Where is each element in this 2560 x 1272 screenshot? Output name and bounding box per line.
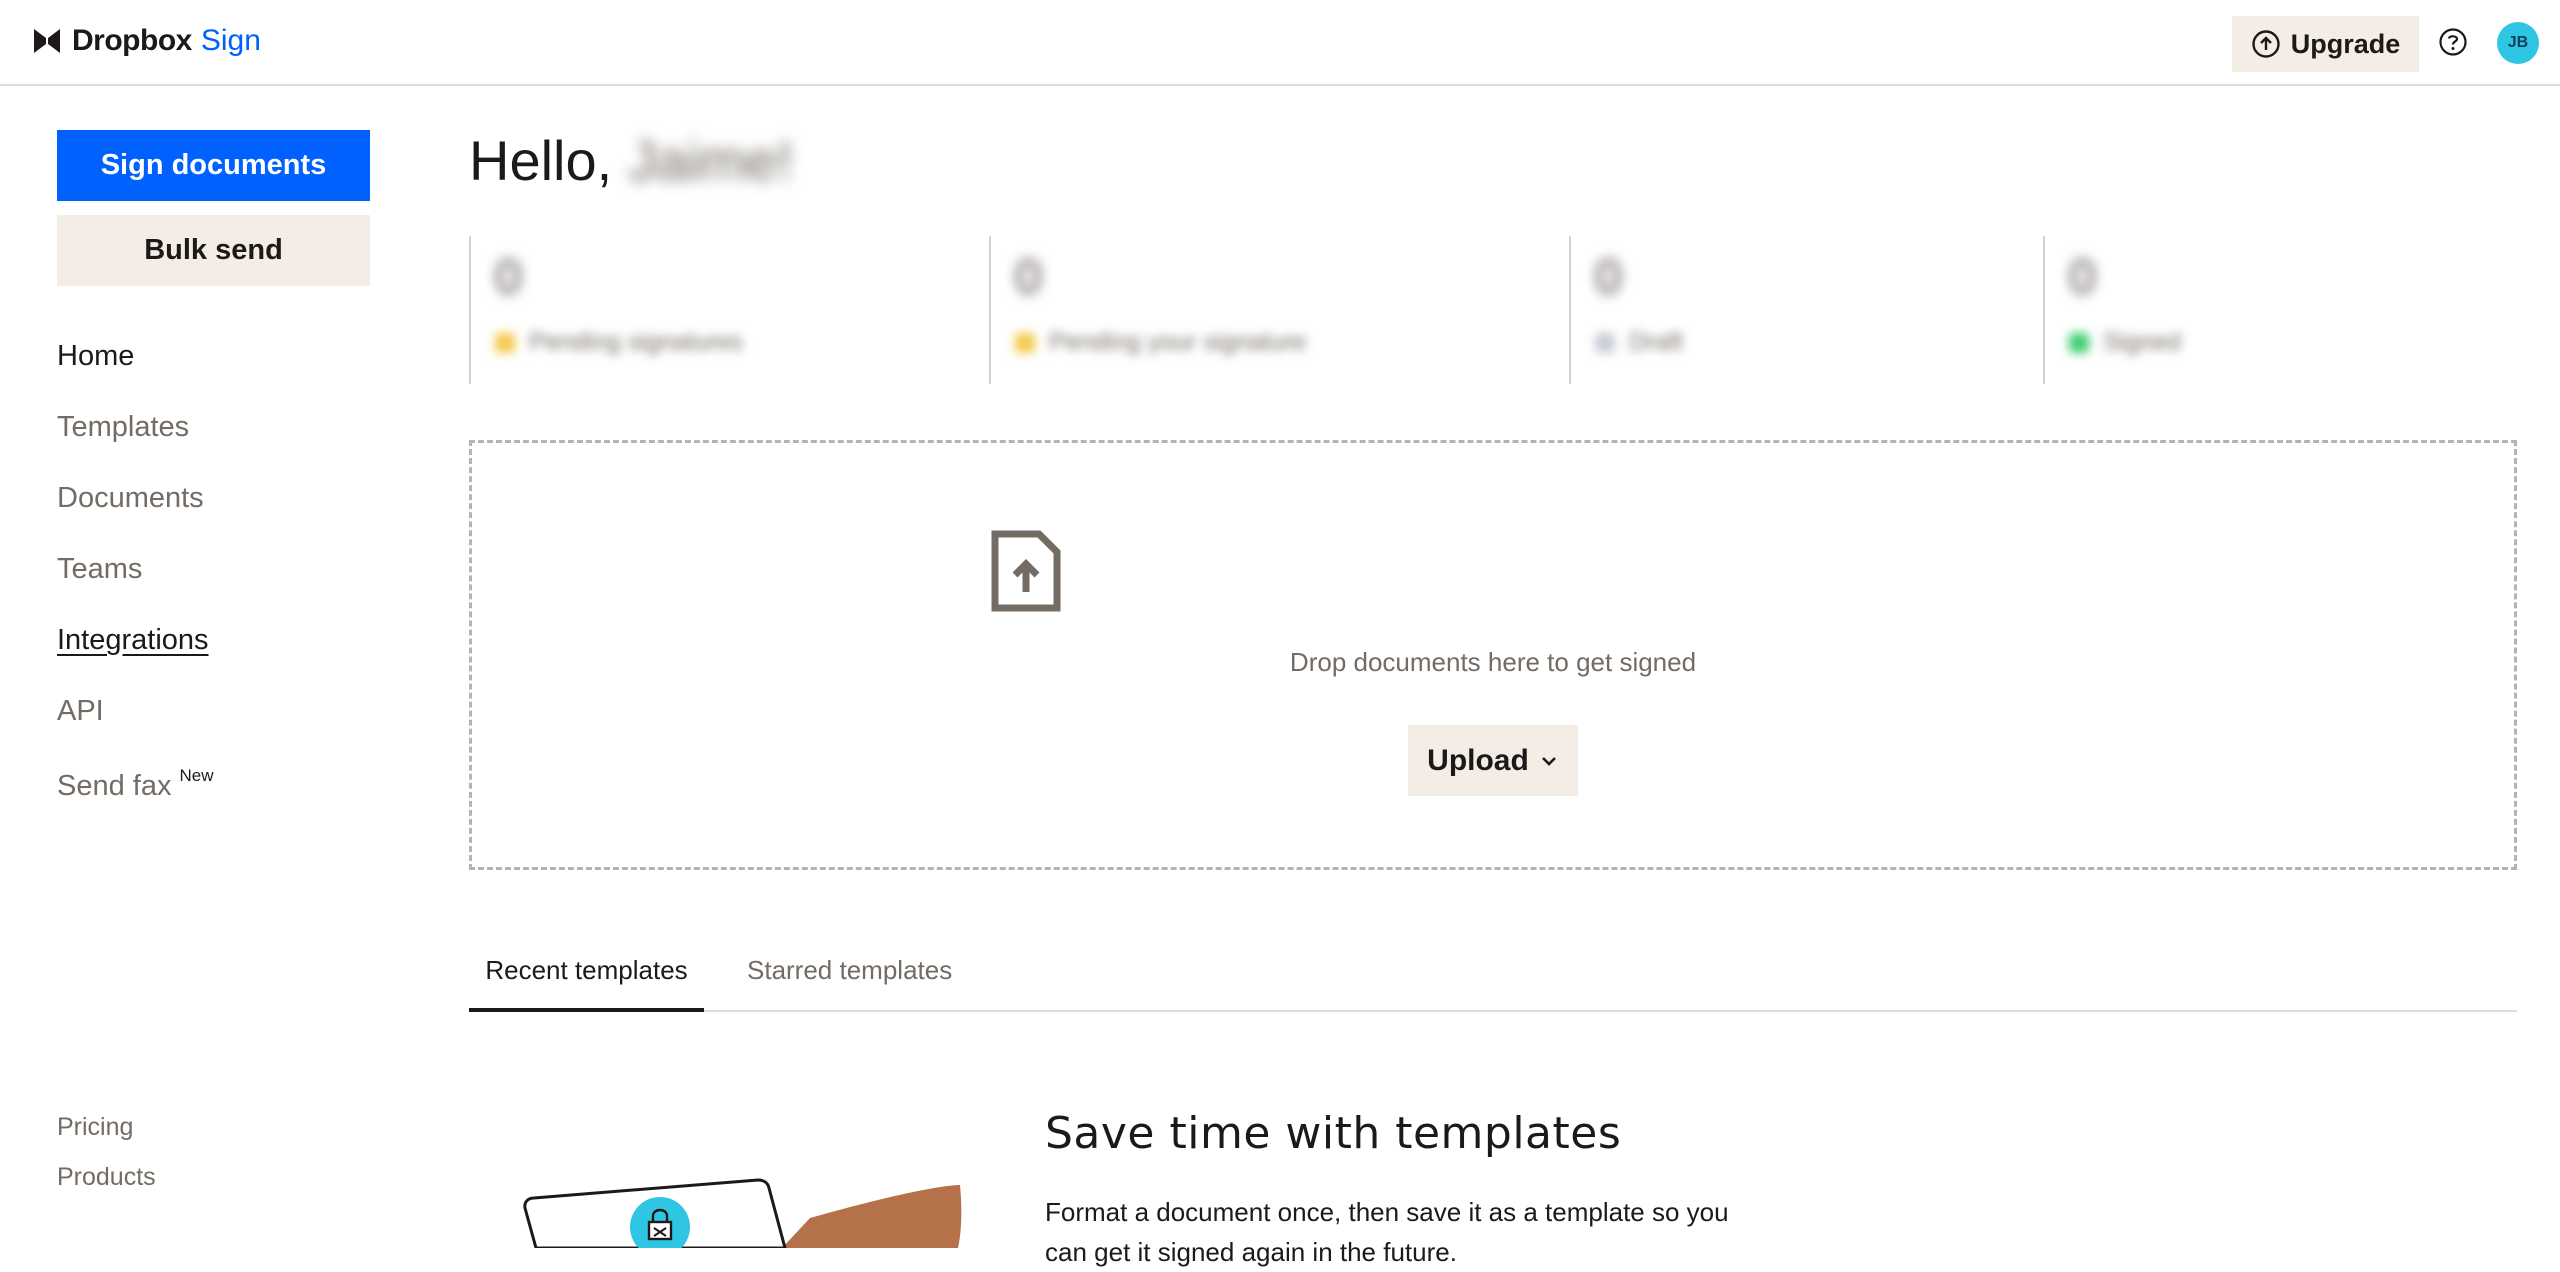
help-icon[interactable] (2438, 27, 2468, 57)
new-badge: New (179, 766, 214, 785)
logo-sub: Sign (200, 24, 261, 57)
status-dot-icon (1015, 332, 1035, 353)
bulk-send-button[interactable]: Bulk send (57, 215, 370, 286)
products-link[interactable]: Products (57, 1163, 156, 1192)
stat-label: Pending your signature (1049, 328, 1307, 356)
sidebar-item-integrations[interactable]: Integrations (57, 624, 209, 657)
pricing-link[interactable]: Pricing (57, 1113, 133, 1142)
promo-title: Save time with templates (1045, 1108, 1622, 1159)
document-upload-icon (991, 530, 1061, 612)
logo-text: Dropbox (72, 24, 192, 57)
stat-label: Pending signatures (529, 328, 744, 356)
sidebar-item-send-fax-label: Send fax (57, 770, 172, 802)
stat-label: Signed (2103, 328, 2181, 356)
user-name: Jaime! (628, 129, 794, 192)
dropbox-sign-logo-icon (34, 29, 60, 53)
stat-signed[interactable]: 0 Signed (2043, 236, 2517, 384)
sidebar-item-send-fax[interactable]: Send fax New (57, 766, 214, 803)
upload-label: Upload (1427, 743, 1529, 777)
arrow-up-circle-icon (2252, 30, 2280, 58)
stat-pending-signatures[interactable]: 0 Pending signatures (469, 236, 989, 384)
sidebar-item-templates[interactable]: Templates (57, 411, 189, 444)
tab-recent-templates[interactable]: Recent templates (469, 945, 704, 1012)
sidebar-item-documents[interactable]: Documents (57, 482, 204, 515)
stat-count: 0 (2069, 251, 2096, 304)
status-dot-icon (1595, 332, 1615, 353)
stat-label: Draft (1629, 328, 1684, 356)
upgrade-label: Upgrade (2290, 28, 2401, 59)
stat-count: 0 (1015, 251, 1042, 304)
page-title: Hello, Jaime! (469, 128, 793, 193)
stat-pending-your-signature[interactable]: 0 Pending your signature (989, 236, 1569, 384)
stat-count: 0 (1595, 251, 1622, 304)
status-dot-icon (2069, 332, 2089, 353)
stat-label-row: Pending signatures (495, 328, 743, 357)
dropbox-sign-logo[interactable]: Dropbox Sign (32, 24, 261, 58)
dropzone-text: Drop documents here to get signed (1289, 647, 1697, 677)
stat-label-row: Pending your signature (1015, 328, 1306, 357)
sidebar-item-home[interactable]: Home (57, 340, 134, 373)
upload-button[interactable]: Upload (1408, 725, 1578, 796)
sidebar-item-api[interactable]: API (57, 695, 104, 728)
template-tabs: Recent templates Starred templates (469, 945, 2517, 1012)
stats-row: 0 Pending signatures 0 Pending your sign… (469, 236, 2517, 384)
stat-label-row: Draft (1595, 328, 1683, 357)
top-bar: Dropbox Sign Upgrade JB (0, 0, 2560, 86)
sign-documents-button[interactable]: Sign documents (57, 130, 370, 201)
upgrade-button[interactable]: Upgrade (2232, 16, 2419, 72)
stat-count: 0 (495, 251, 522, 304)
status-dot-icon (495, 332, 515, 353)
promo-text: Format a document once, then save it as … (1045, 1197, 1729, 1267)
greeting: Hello, (469, 129, 613, 192)
sidebar-item-teams[interactable]: Teams (57, 553, 142, 586)
templates-illustration (523, 1178, 962, 1248)
tab-starred-templates[interactable]: Starred templates (747, 945, 952, 1012)
stat-label-row: Signed (2069, 328, 2181, 357)
stat-draft[interactable]: 0 Draft (1569, 236, 2043, 384)
chevron-down-icon (1541, 756, 1556, 766)
avatar[interactable]: JB (2497, 22, 2539, 64)
